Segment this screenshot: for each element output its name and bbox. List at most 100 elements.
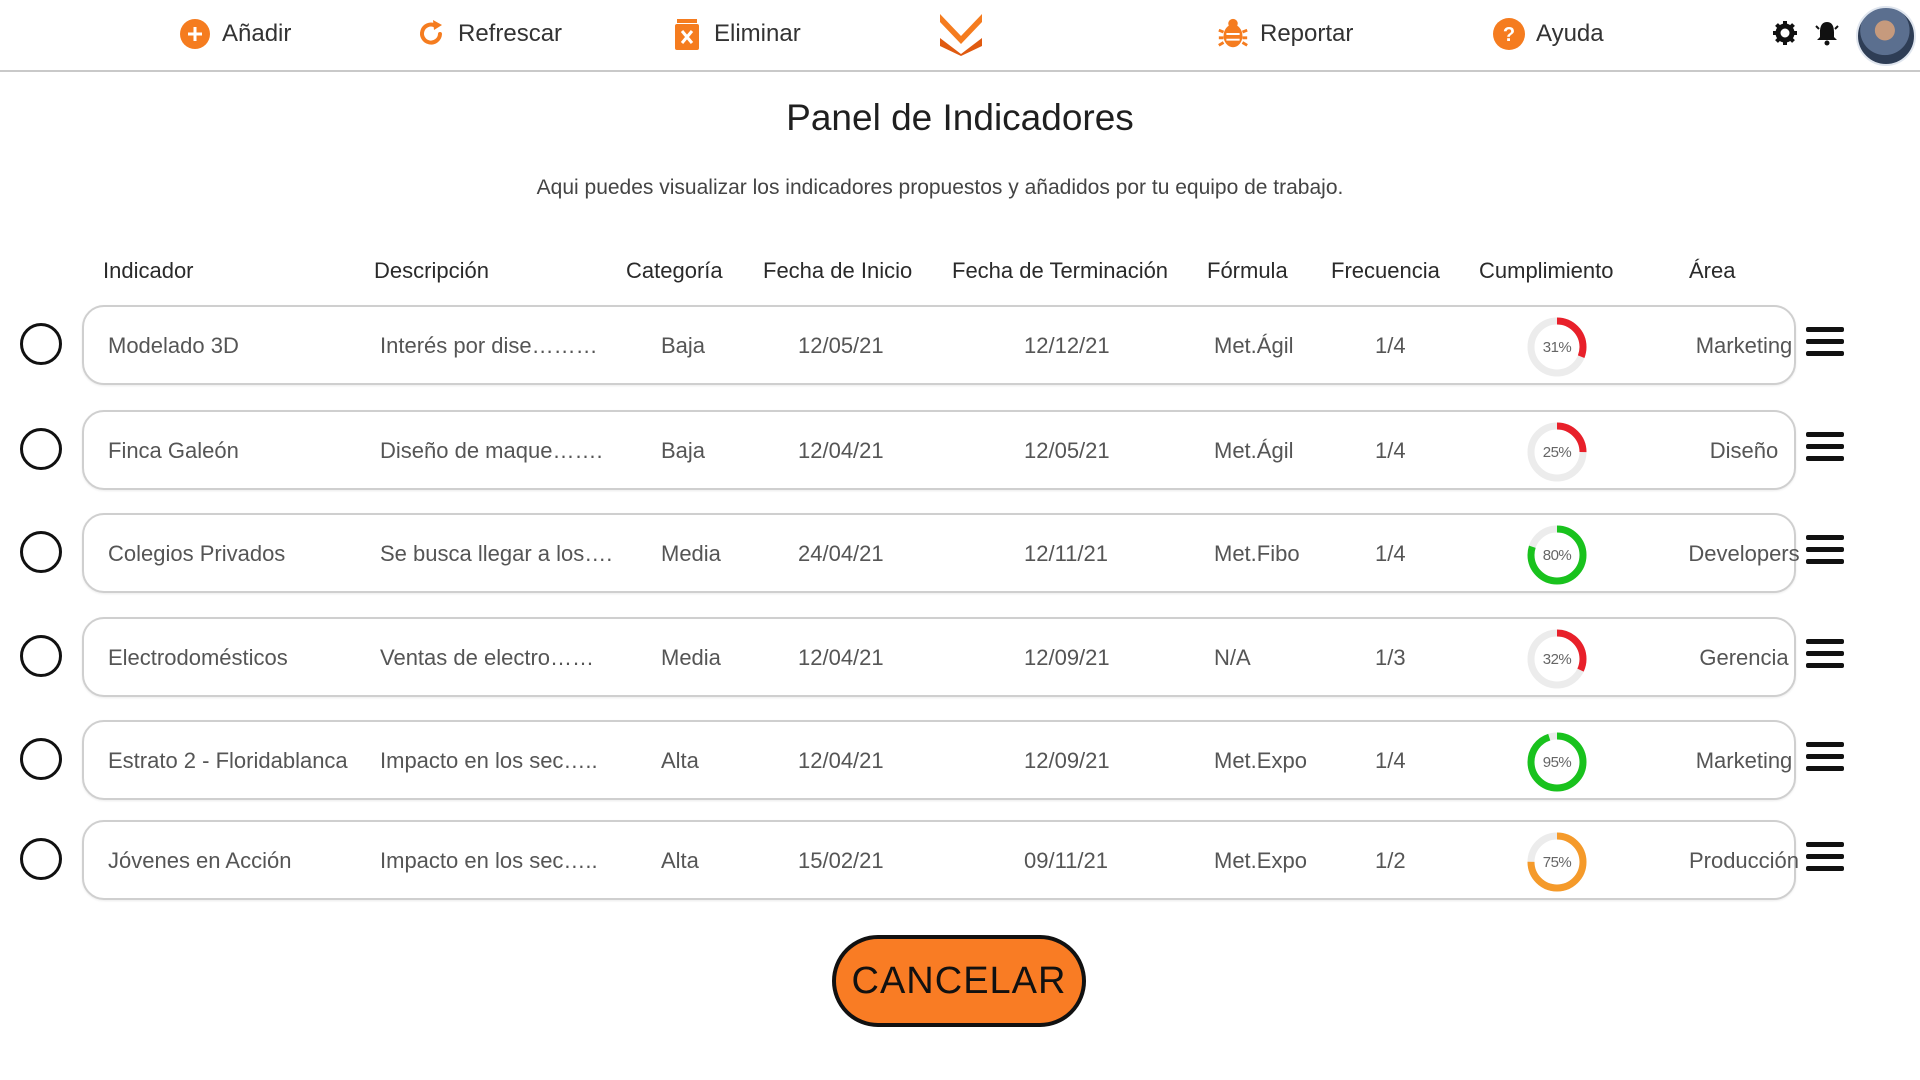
cell-descripcion: Interés por dise……… <box>380 333 598 358</box>
table-row: Colegios Privados Se busca llegar a los…… <box>0 513 1920 597</box>
delete-label: Eliminar <box>714 20 801 47</box>
cell-area: Gerencia <box>1699 645 1789 670</box>
compliance-gauge: 25% <box>1526 421 1588 483</box>
col-header-cumplimiento: Cumplimiento <box>1479 258 1614 283</box>
refresh-icon <box>414 17 448 51</box>
help-button[interactable]: ? Ayuda <box>1492 14 1604 54</box>
compliance-gauge-label: 25% <box>1542 443 1572 461</box>
settings-gear-icon[interactable] <box>1772 20 1800 48</box>
row-menu-hamburger-icon[interactable] <box>1806 842 1844 876</box>
cell-formula: Met.Expo <box>1214 748 1307 773</box>
table-row: Modelado 3D Interés por dise……… Baja 12/… <box>0 305 1920 389</box>
table-row: Electrodomésticos Ventas de electro…… Me… <box>0 617 1920 701</box>
cell-formula: Met.Expo <box>1214 848 1307 873</box>
cell-indicador: Modelado 3D <box>108 333 239 358</box>
cell-indicador: Estrato 2 - Floridablanca <box>108 748 348 773</box>
col-header-categoria: Categoría <box>626 258 723 283</box>
cell-area: Marketing <box>1695 333 1793 358</box>
row-menu-hamburger-icon[interactable] <box>1806 742 1844 776</box>
add-button[interactable]: Añadir <box>178 14 291 54</box>
row-select-radio[interactable] <box>20 838 62 880</box>
row-select-radio[interactable] <box>20 635 62 677</box>
top-toolbar: Añadir Refrescar Eliminar Reportar ? Ayu… <box>0 0 1920 72</box>
compliance-gauge: 32% <box>1526 628 1588 690</box>
cell-descripcion: Diseño de maque……. <box>380 438 603 463</box>
cancel-button[interactable]: CANCELAR <box>832 935 1086 1027</box>
report-button[interactable]: Reportar <box>1216 14 1353 54</box>
table-row: Jóvenes en Acción Impacto en los sec….. … <box>0 820 1920 904</box>
cell-indicador: Electrodomésticos <box>108 645 288 670</box>
bug-icon <box>1216 17 1250 51</box>
cell-fecha-inicio: 12/04/21 <box>798 645 884 670</box>
cell-descripcion: Impacto en los sec….. <box>380 748 598 773</box>
cell-fecha-terminacion: 12/09/21 <box>1024 645 1110 670</box>
cell-frecuencia: 1/2 <box>1375 848 1406 873</box>
refresh-button[interactable]: Refrescar <box>414 14 562 54</box>
cell-frecuencia: 1/4 <box>1375 438 1406 463</box>
row-card[interactable]: Modelado 3D Interés por dise……… Baja 12/… <box>82 305 1796 385</box>
table-row: Estrato 2 - Floridablanca Impacto en los… <box>0 720 1920 804</box>
compliance-gauge: 31% <box>1526 316 1588 378</box>
cell-formula: N/A <box>1214 645 1251 670</box>
cell-area: Developers <box>1688 541 1800 566</box>
row-card[interactable]: Estrato 2 - Floridablanca Impacto en los… <box>82 720 1796 800</box>
help-icon: ? <box>1492 17 1526 51</box>
row-card[interactable]: Electrodomésticos Ventas de electro…… Me… <box>82 617 1796 697</box>
row-select-radio[interactable] <box>20 738 62 780</box>
cell-descripcion: Se busca llegar a los…. <box>380 541 613 566</box>
compliance-gauge: 80% <box>1526 524 1588 586</box>
cell-fecha-inicio: 24/04/21 <box>798 541 884 566</box>
row-menu-hamburger-icon[interactable] <box>1806 639 1844 673</box>
cell-frecuencia: 1/4 <box>1375 333 1406 358</box>
cell-categoria: Alta <box>661 848 699 873</box>
cell-fecha-terminacion: 12/05/21 <box>1024 438 1110 463</box>
refresh-label: Refrescar <box>458 20 563 47</box>
cell-categoria: Baja <box>661 438 706 463</box>
page-title: Panel de Indicadores <box>786 97 1134 138</box>
row-select-radio[interactable] <box>20 428 62 470</box>
cell-descripcion: Impacto en los sec….. <box>380 848 598 873</box>
compliance-gauge: 75% <box>1526 831 1588 893</box>
compliance-gauge: 95% <box>1526 731 1588 793</box>
row-card[interactable]: Colegios Privados Se busca llegar a los…… <box>82 513 1800 593</box>
col-header-indicador: Indicador <box>103 258 194 283</box>
cell-fecha-inicio: 12/04/21 <box>798 748 884 773</box>
page-subtitle: Aqui puedes visualizar los indicadores p… <box>536 176 1344 199</box>
row-card[interactable]: Finca Galeón Diseño de maque……. Baja 12/… <box>82 410 1796 490</box>
col-header-formula: Fórmula <box>1207 258 1288 283</box>
compliance-gauge-label: 32% <box>1542 650 1572 668</box>
cell-categoria: Alta <box>661 748 699 773</box>
cell-formula: Met.Ágil <box>1214 333 1294 358</box>
col-header-area: Área <box>1689 258 1736 283</box>
row-select-radio[interactable] <box>20 323 62 365</box>
col-header-frecuencia: Frecuencia <box>1331 258 1440 283</box>
cell-frecuencia: 1/3 <box>1375 645 1406 670</box>
row-menu-hamburger-icon[interactable] <box>1806 432 1844 466</box>
cell-formula: Met.Fibo <box>1214 541 1300 566</box>
user-avatar[interactable] <box>1856 6 1916 66</box>
delete-button[interactable]: Eliminar <box>670 14 801 54</box>
compliance-gauge-label: 75% <box>1542 853 1572 871</box>
brand-logo[interactable] <box>936 10 986 56</box>
cell-fecha-terminacion: 09/11/21 <box>1024 848 1109 873</box>
cell-fecha-terminacion: 12/11/21 <box>1024 541 1109 566</box>
cell-categoria: Media <box>661 541 721 566</box>
cell-fecha-inicio: 12/05/21 <box>798 333 884 358</box>
cell-categoria: Baja <box>661 333 706 358</box>
cell-fecha-terminacion: 12/12/21 <box>1024 333 1110 358</box>
col-header-descripcion: Descripción <box>374 258 489 283</box>
cell-area: Diseño <box>1709 438 1779 463</box>
row-menu-hamburger-icon[interactable] <box>1806 327 1844 361</box>
compliance-gauge-label: 95% <box>1542 753 1572 771</box>
cell-area: Marketing <box>1695 748 1793 773</box>
col-header-fecha-terminacion: Fecha de Terminación <box>952 258 1169 283</box>
col-header-fecha-inicio: Fecha de Inicio <box>763 258 913 283</box>
trash-icon <box>670 17 704 51</box>
row-card[interactable]: Jóvenes en Acción Impacto en los sec….. … <box>82 820 1799 900</box>
row-select-radio[interactable] <box>20 531 62 573</box>
row-menu-hamburger-icon[interactable] <box>1806 535 1844 569</box>
cell-area: Producción <box>1688 848 1800 873</box>
cell-formula: Met.Ágil <box>1214 438 1294 463</box>
notifications-bell-icon[interactable] <box>1814 20 1842 48</box>
cell-fecha-terminacion: 12/09/21 <box>1024 748 1110 773</box>
